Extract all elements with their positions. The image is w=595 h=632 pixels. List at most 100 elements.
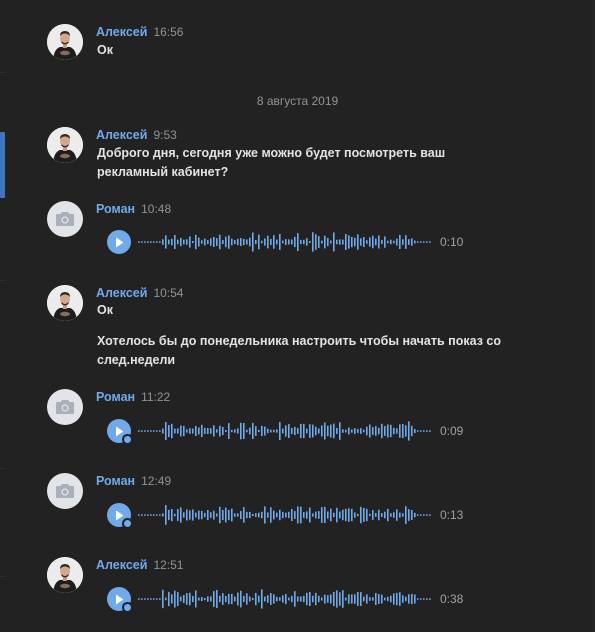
waveform-bar: [399, 512, 401, 518]
play-button[interactable]: [107, 587, 133, 613]
message-time[interactable]: 12:49: [141, 474, 171, 488]
waveform-bar: [363, 508, 365, 522]
waveform-bar: [351, 237, 353, 248]
message-time[interactable]: 10:48: [141, 202, 171, 216]
waveform-bar: [321, 597, 323, 601]
waveform-bar: [402, 513, 404, 517]
play-button[interactable]: [107, 503, 133, 529]
message-line: рекламный кабинет?: [97, 165, 229, 179]
waveform-bar: [258, 429, 260, 433]
waveform-bar: [174, 513, 176, 517]
waveform-bar: [165, 235, 167, 249]
waveform-bar: [300, 239, 302, 244]
waveform-bar: [309, 592, 311, 606]
waveform-bar: [261, 511, 263, 519]
waveform-bar: [336, 507, 338, 523]
waveform-bar: [228, 593, 230, 605]
author-name[interactable]: Роман: [96, 474, 135, 488]
author-name[interactable]: Роман: [96, 390, 135, 404]
waveform-bar: [222, 593, 224, 605]
waveform-bar: [348, 427, 350, 435]
author-name[interactable]: Алексей: [96, 286, 147, 300]
voice-message: 0:10: [107, 230, 487, 256]
waveform-bar: [228, 235, 230, 249]
unread-dot: [122, 602, 133, 613]
play-button[interactable]: [107, 419, 133, 445]
voice-waveform[interactable]: [138, 503, 432, 527]
waveform-bar: [312, 513, 314, 517]
waveform-bar: [378, 509, 380, 521]
waveform-bar: [201, 510, 203, 520]
voice-waveform[interactable]: [138, 587, 432, 611]
author-avatar[interactable]: [47, 24, 83, 60]
waveform-bar: [405, 506, 407, 524]
waveform-bar: [144, 241, 146, 243]
waveform-bar: [222, 427, 224, 435]
waveform-bar: [417, 598, 419, 600]
waveform-bar: [333, 423, 335, 439]
waveform-bar: [318, 511, 320, 519]
waveform-bar: [330, 424, 332, 438]
play-button[interactable]: [107, 230, 131, 254]
person-photo-icon: [47, 24, 83, 60]
waveform-bar: [294, 511, 296, 519]
waveform-bar: [279, 509, 281, 521]
waveform-bar: [183, 595, 185, 604]
waveform-bar: [288, 511, 290, 519]
waveform-bar: [177, 428, 179, 434]
waveform-bar: [420, 430, 422, 432]
author-avatar[interactable]: [47, 127, 83, 163]
author-avatar[interactable]: [47, 473, 83, 509]
waveform-bar: [273, 429, 275, 433]
message-header: Алексей 10:54: [96, 284, 183, 300]
waveform-bar: [138, 430, 140, 432]
author-avatar[interactable]: [47, 389, 83, 425]
author-avatar[interactable]: [47, 201, 83, 237]
waveform-bar: [270, 429, 272, 433]
waveform-bar: [282, 428, 284, 434]
rail-divider: [0, 280, 6, 281]
person-photo-icon: [47, 557, 83, 593]
waveform-bar: [357, 429, 359, 433]
waveform-bar: [210, 238, 212, 246]
waveform-bar: [411, 593, 413, 605]
date-separator: 8 августа 2019: [256, 94, 339, 108]
waveform-bar: [219, 425, 221, 437]
waveform-bar: [291, 595, 293, 603]
waveform-bar: [396, 592, 398, 606]
waveform-bar: [282, 595, 284, 603]
waveform-bar: [375, 238, 377, 246]
play-icon: [116, 237, 124, 247]
author-name[interactable]: Роман: [96, 202, 135, 216]
waveform-bar: [393, 512, 395, 518]
waveform-bar: [162, 513, 164, 517]
waveform-bar: [306, 428, 308, 434]
waveform-bar: [264, 426, 266, 436]
message-time[interactable]: 12:51: [153, 558, 183, 572]
waveform-bar: [195, 234, 197, 250]
author-avatar[interactable]: [47, 557, 83, 593]
waveform-bar: [399, 424, 401, 438]
waveform-bar: [408, 509, 410, 521]
author-avatar[interactable]: [47, 285, 83, 321]
voice-waveform[interactable]: [138, 419, 432, 443]
waveform-bar: [315, 592, 317, 606]
rail-divider: [0, 468, 6, 469]
author-name[interactable]: Алексей: [96, 128, 147, 142]
waveform-bar: [312, 595, 314, 603]
waveform-bar: [366, 426, 368, 436]
waveform-bar: [159, 241, 161, 243]
waveform-bar: [384, 597, 386, 601]
author-name[interactable]: Алексей: [96, 558, 147, 572]
waveform-bar: [402, 595, 404, 603]
message-time[interactable]: 11:22: [141, 390, 170, 404]
message-time[interactable]: 10:54: [153, 286, 183, 300]
message-time[interactable]: 16:56: [153, 25, 183, 39]
waveform-bar: [363, 237, 365, 247]
message-time[interactable]: 9:53: [153, 128, 176, 142]
waveform-bar: [252, 422, 254, 439]
waveform-bar: [426, 241, 428, 243]
waveform-bar: [297, 233, 299, 251]
author-name[interactable]: Алексей: [96, 25, 147, 39]
voice-waveform[interactable]: [138, 230, 432, 254]
